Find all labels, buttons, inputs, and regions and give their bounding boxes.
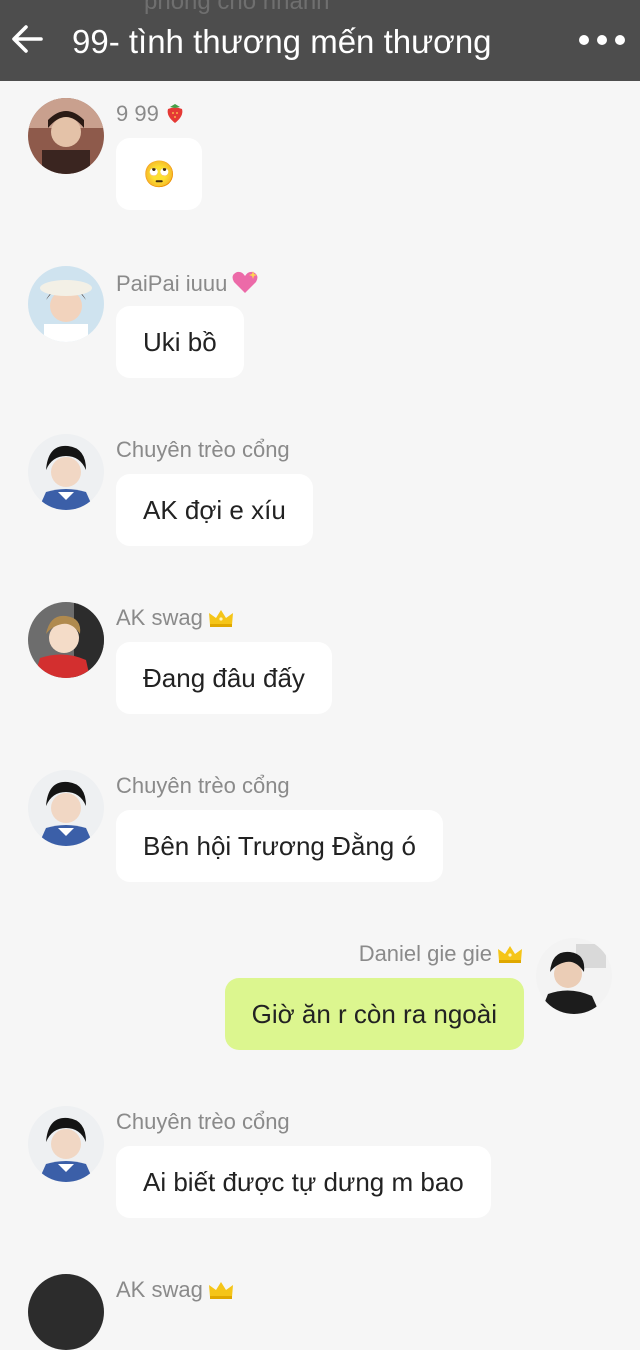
message-bubble[interactable]: Bên hội Trương Đằng ó (116, 810, 443, 882)
crown-icon (208, 610, 233, 627)
message-bubble[interactable]: Đang đâu đấy (116, 642, 332, 714)
chat-header: phong cho nhanh 99- tình thương mến thươ… (0, 0, 640, 81)
avatar-ak[interactable] (28, 1274, 104, 1350)
strawberry-icon (167, 104, 183, 123)
more-dots-icon[interactable] (578, 32, 626, 48)
message-bubble[interactable]: 🙄 (116, 138, 203, 210)
sparkling-heart-icon (232, 271, 258, 293)
sender-name: Chuyên trèo cổng (116, 773, 290, 798)
sender-name: AK swag (116, 605, 235, 631)
sender-name: 9 99 (116, 101, 187, 127)
back-arrow-icon[interactable] (10, 22, 44, 56)
crown-icon (208, 1282, 233, 1299)
chat-title[interactable]: 99- tình thương mến thương (72, 22, 492, 62)
header-ghost-text: phong cho nhanh (144, 0, 330, 15)
message-bubble[interactable]: Ai biết được tự dưng m bao (116, 1146, 491, 1218)
sender-name: AK swag (116, 1277, 235, 1303)
avatar-9-99[interactable] (28, 98, 104, 174)
sender-name: Chuyên trèo cổng (116, 1109, 290, 1134)
avatar-chuyen[interactable] (28, 770, 104, 846)
sender-name: Chuyên trèo cổng (116, 437, 290, 462)
avatar-chuyen[interactable] (28, 434, 104, 510)
message-bubble-outgoing[interactable]: Giờ ăn r còn ra ngoài (224, 978, 524, 1050)
sender-name: PaiPai iuuu (116, 269, 259, 297)
avatar-ak[interactable] (28, 602, 104, 678)
avatar-chuyen[interactable] (28, 1106, 104, 1182)
message-bubble[interactable]: AK đợi e xíu (116, 474, 313, 546)
crown-icon (498, 946, 522, 963)
avatar-paipai[interactable] (28, 266, 104, 342)
message-bubble[interactable]: Uki bồ (116, 306, 244, 378)
sender-name: Daniel gie gie (359, 941, 524, 967)
avatar-daniel[interactable] (536, 938, 612, 1014)
